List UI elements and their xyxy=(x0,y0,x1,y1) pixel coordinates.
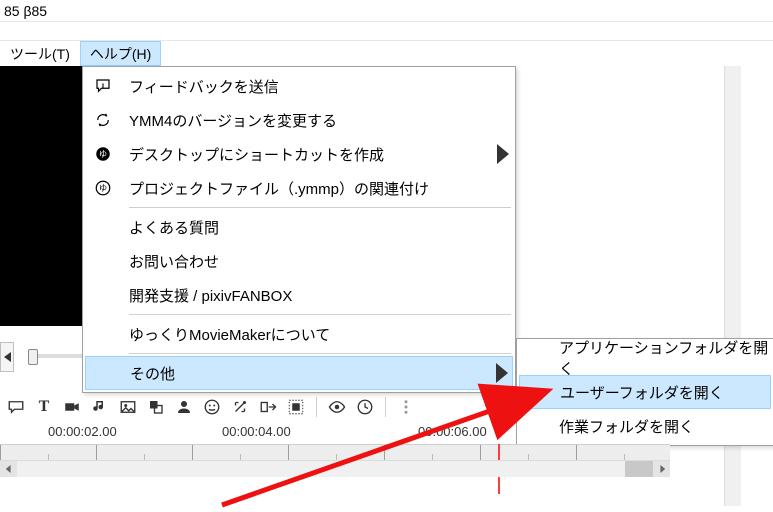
menuitem-label: デスクトップにショートカットを作成 xyxy=(129,144,493,165)
shape-icon[interactable] xyxy=(146,397,166,417)
menuitem-label: フィードバックを送信 xyxy=(129,76,513,97)
blank-icon xyxy=(91,249,115,273)
menuitem-label: YMM4のバージョンを変更する xyxy=(129,110,513,131)
yukkuri-black-icon: ゆ xyxy=(91,142,115,166)
more-icon[interactable] xyxy=(396,397,416,417)
submenu-label: アプリケーションフォルダを開く xyxy=(559,337,771,379)
image-icon[interactable] xyxy=(118,397,138,417)
audio-icon[interactable] xyxy=(90,397,110,417)
preview-panel xyxy=(0,66,82,326)
help-menu-dropdown: フィードバックを送信 YMM4のバージョンを変更する ゆ デスクトップにショート… xyxy=(82,66,516,393)
submenu-app-folder[interactable]: アプリケーションフォルダを開く xyxy=(519,341,771,375)
clock-icon[interactable] xyxy=(355,397,375,417)
blank-icon xyxy=(91,322,115,346)
scroll-left-icon[interactable] xyxy=(0,461,17,477)
menu-separator xyxy=(129,314,511,315)
time-label: 00:00:04.00 xyxy=(222,424,291,439)
window-title: 85 β85 xyxy=(0,0,773,22)
timeline-labels: 00:00:02.00 00:00:04.00 00:00:06.00 xyxy=(0,424,670,444)
transition-icon[interactable] xyxy=(258,397,278,417)
scroll-right-icon[interactable] xyxy=(653,461,670,477)
effect-icon[interactable] xyxy=(230,397,250,417)
menuitem-other[interactable]: その他 xyxy=(85,356,513,390)
time-label: 00:00:02.00 xyxy=(48,424,117,439)
menuitem-label: プロジェクトファイル（.ymmp）の関連付け xyxy=(129,178,513,199)
menuitem-label: その他 xyxy=(130,363,492,384)
title-text: 85 β85 xyxy=(4,3,47,19)
menu-tools[interactable]: ツール(T) xyxy=(0,41,80,66)
blank-icon xyxy=(91,215,115,239)
menu-separator xyxy=(129,353,511,354)
menu-separator xyxy=(129,207,511,208)
comment-icon xyxy=(91,74,115,98)
scroll-thumb[interactable] xyxy=(625,461,653,477)
blank-icon xyxy=(91,283,115,307)
menuitem-feedback[interactable]: フィードバックを送信 xyxy=(85,69,513,103)
yukkuri-outline-icon: ゆ xyxy=(91,176,115,200)
menuitem-label: よくある質問 xyxy=(129,217,513,238)
refresh-icon xyxy=(91,108,115,132)
menuitem-faq[interactable]: よくある質問 xyxy=(85,210,513,244)
text-icon[interactable]: T xyxy=(34,397,54,417)
submenu-arrow-icon xyxy=(492,357,512,389)
menuitem-contact[interactable]: お問い合わせ xyxy=(85,244,513,278)
speech-icon[interactable] xyxy=(6,397,26,417)
menuitem-assoc-ymmp[interactable]: ゆ プロジェクトファイル（.ymmp）の関連付け xyxy=(85,171,513,205)
seek-slider-thumb[interactable] xyxy=(28,349,38,365)
group-icon[interactable] xyxy=(286,397,306,417)
tachie-icon[interactable] xyxy=(174,397,194,417)
menu-bar: ツール(T) ヘルプ(H) xyxy=(0,40,773,66)
video-icon[interactable] xyxy=(62,397,82,417)
timeline-toolbar: T xyxy=(0,392,670,422)
timeline-scrollbar[interactable] xyxy=(0,460,670,477)
menuitem-change-version[interactable]: YMM4のバージョンを変更する xyxy=(85,103,513,137)
toolbar-separator xyxy=(316,397,317,417)
menuitem-label: 開発支援 / pixivFANBOX xyxy=(129,285,513,306)
menuitem-create-shortcut[interactable]: ゆ デスクトップにショートカットを作成 xyxy=(85,137,513,171)
time-label: 00:00:06.00 xyxy=(418,424,487,439)
submenu-arrow-icon xyxy=(493,137,513,171)
svg-text:ゆ: ゆ xyxy=(99,150,107,159)
toolbar-separator xyxy=(385,397,386,417)
menuitem-fanbox[interactable]: 開発支援 / pixivFANBOX xyxy=(85,278,513,312)
menuitem-about[interactable]: ゆっくりMovieMakerについて xyxy=(85,317,513,351)
skip-back-button[interactable] xyxy=(0,342,14,372)
menu-help[interactable]: ヘルプ(H) xyxy=(80,41,161,66)
eye-icon[interactable] xyxy=(327,397,347,417)
menuitem-label: お問い合わせ xyxy=(129,251,513,272)
menuitem-label: ゆっくりMovieMakerについて xyxy=(129,324,513,345)
face-icon[interactable] xyxy=(202,397,222,417)
blank-icon xyxy=(92,361,116,385)
timeline[interactable]: 00:00:02.00 00:00:04.00 00:00:06.00 xyxy=(0,424,670,494)
svg-text:ゆ: ゆ xyxy=(99,184,107,193)
